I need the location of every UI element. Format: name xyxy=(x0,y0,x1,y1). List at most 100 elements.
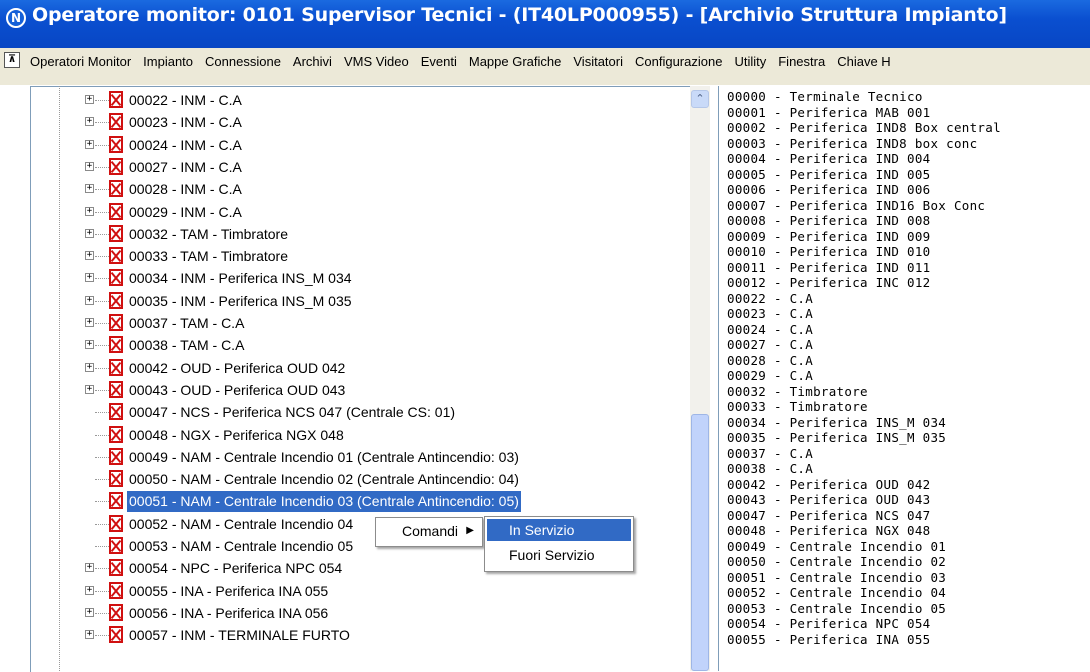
scroll-up-button[interactable]: ⌃ xyxy=(691,90,709,108)
expand-icon[interactable]: + xyxy=(85,585,94,595)
list-item[interactable]: 00029 - C.A xyxy=(727,369,813,382)
offline-device-icon xyxy=(109,537,123,554)
list-item[interactable]: 00002 - Periferica IND8 Box central xyxy=(727,121,1001,134)
expand-icon[interactable]: + xyxy=(85,318,94,327)
expand-icon[interactable]: + xyxy=(85,184,94,194)
tree-connector xyxy=(95,434,109,436)
expand-icon[interactable]: + xyxy=(85,251,94,261)
tree-scrollbar[interactable]: ⌃ xyxy=(690,86,710,671)
menu-item-comandi[interactable]: Comandi ▶ xyxy=(378,520,480,542)
offline-device-icon xyxy=(109,447,123,465)
tree-node-label: 00042 - OUD - Periferica OUD 042 xyxy=(129,359,346,376)
menu-chiave-h[interactable]: Chiave H xyxy=(831,54,896,69)
list-item[interactable]: 00049 - Centrale Incendio 01 xyxy=(727,540,946,553)
expand-icon[interactable]: + xyxy=(85,607,94,617)
menu-visitatori[interactable]: Visitatori xyxy=(567,54,629,69)
tree-connector xyxy=(95,412,109,414)
menu-operatori-monitor[interactable]: Operatori Monitor xyxy=(24,54,137,69)
submenu-arrow-icon: ▶ xyxy=(466,525,474,536)
list-item[interactable]: 00027 - C.A xyxy=(727,338,813,351)
list-item[interactable]: 00047 - Periferica NCS 047 xyxy=(727,509,930,522)
offline-device-icon xyxy=(109,91,123,108)
list-item[interactable]: 00012 - Periferica INC 012 xyxy=(727,276,930,289)
expand-icon[interactable]: + xyxy=(85,295,94,305)
tree-connector xyxy=(95,345,109,347)
menu-item-fuori-servizio[interactable]: Fuori Servizio xyxy=(487,544,631,566)
tree-node-label: 00051 - NAM - Centrale Incendio 03 (Cent… xyxy=(127,491,521,513)
menu-configurazione[interactable]: Configurazione xyxy=(629,54,728,69)
list-item[interactable]: 00034 - Periferica INS_M 034 xyxy=(727,416,946,429)
scroll-thumb[interactable] xyxy=(691,414,709,671)
expand-icon[interactable]: + xyxy=(85,161,94,171)
tree-guide-line xyxy=(59,86,60,671)
expand-icon[interactable]: + xyxy=(85,362,94,372)
list-item[interactable]: 00053 - Centrale Incendio 05 xyxy=(727,602,946,615)
tree-node-label: 00029 - INM - C.A xyxy=(129,203,242,220)
tree-node-label: 00023 - INM - C.A xyxy=(129,114,242,131)
list-item[interactable]: 00003 - Periferica IND8 box conc xyxy=(727,137,977,150)
expand-icon[interactable]: + xyxy=(85,563,94,573)
expand-icon[interactable]: + xyxy=(85,228,94,238)
expand-icon[interactable]: + xyxy=(85,206,94,216)
menu-item-in-servizio[interactable]: In Servizio xyxy=(487,519,631,541)
tree-node-label: 00037 - TAM - C.A xyxy=(129,315,245,331)
window-title: Operatore monitor: 0101 Supervisor Tecni… xyxy=(32,4,1007,26)
list-item[interactable]: 00010 - Periferica IND 010 xyxy=(727,245,930,258)
list-item[interactable]: 00033 - Timbratore xyxy=(727,400,868,413)
expand-icon[interactable]: + xyxy=(85,117,94,127)
mdi-child-icon[interactable]: ⊼ xyxy=(4,52,20,68)
list-item[interactable]: 00038 - C.A xyxy=(727,462,813,475)
list-item[interactable]: 00009 - Periferica IND 009 xyxy=(727,230,930,243)
device-list[interactable]: 00000 - Terminale Tecnico 00001 - Perifer… xyxy=(718,86,1090,671)
offline-device-icon xyxy=(109,514,123,532)
list-item[interactable]: 00028 - C.A xyxy=(727,354,813,367)
list-item[interactable]: 00008 - Periferica IND 008 xyxy=(727,214,930,227)
menu-finestra[interactable]: Finestra xyxy=(772,54,831,69)
expand-icon[interactable]: + xyxy=(85,630,94,640)
list-item[interactable]: 00006 - Periferica IND 006 xyxy=(727,183,930,196)
expand-icon[interactable]: + xyxy=(85,273,94,283)
tree-node-label: 00028 - INM - C.A xyxy=(129,181,242,198)
menu-vms-video[interactable]: VMS Video xyxy=(338,54,415,69)
list-item[interactable]: 00022 - C.A xyxy=(727,292,813,305)
list-item[interactable]: 00005 - Periferica IND 005 xyxy=(727,168,930,181)
list-item[interactable]: 00023 - C.A xyxy=(727,307,813,320)
list-item[interactable]: 00042 - Periferica OUD 042 xyxy=(727,478,930,491)
menu-mappe-grafiche[interactable]: Mappe Grafiche xyxy=(463,54,568,69)
list-item[interactable]: 00054 - Periferica NPC 054 xyxy=(727,617,930,630)
list-item[interactable]: 00024 - C.A xyxy=(727,323,813,336)
offline-device-icon xyxy=(109,626,123,644)
list-item[interactable]: 00004 - Periferica IND 004 xyxy=(727,152,930,165)
expand-icon[interactable]: + xyxy=(85,384,94,394)
list-item[interactable]: 00032 - Timbratore xyxy=(727,385,868,398)
expand-icon[interactable]: + xyxy=(85,340,94,350)
offline-device-icon xyxy=(109,224,123,242)
list-item[interactable]: 00037 - C.A xyxy=(727,447,813,460)
offline-device-icon xyxy=(109,358,123,376)
list-item[interactable]: 00050 - Centrale Incendio 02 xyxy=(727,555,946,568)
expand-icon[interactable]: + xyxy=(85,95,94,104)
menu-eventi[interactable]: Eventi xyxy=(415,54,463,69)
menu-impianto[interactable]: Impianto xyxy=(137,54,199,69)
list-item[interactable]: 00055 - Periferica INA 055 xyxy=(727,633,930,646)
offline-device-icon xyxy=(109,336,123,354)
menu-item-comandi-label: Comandi xyxy=(402,523,459,539)
list-item[interactable]: 00048 - Periferica NGX 048 xyxy=(727,524,930,537)
list-item[interactable]: 00035 - Periferica INS_M 035 xyxy=(727,431,946,444)
list-item[interactable]: 00043 - Periferica OUD 043 xyxy=(727,493,930,506)
expand-icon[interactable]: + xyxy=(85,139,94,149)
tree-connector xyxy=(95,456,109,458)
list-item[interactable]: 00011 - Periferica IND 011 xyxy=(727,261,930,274)
structure-tree[interactable]: +00022 - INM - C.A +00023 - INM - C.A +000… xyxy=(30,86,691,672)
tree-connector xyxy=(95,256,109,258)
list-item[interactable]: 00007 - Periferica IND16 Box Conc xyxy=(727,199,985,212)
list-item[interactable]: 00051 - Centrale Incendio 03 xyxy=(727,571,946,584)
list-item[interactable]: 00052 - Centrale Incendio 04 xyxy=(727,586,946,599)
menu-connessione[interactable]: Connessione xyxy=(199,54,287,69)
menu-archivi[interactable]: Archivi xyxy=(287,54,338,69)
list-item[interactable]: 00001 - Periferica MAB 001 xyxy=(727,106,930,119)
menu-utility[interactable]: Utility xyxy=(728,54,772,69)
tree-connector xyxy=(95,278,109,280)
list-item[interactable]: 00000 - Terminale Tecnico xyxy=(727,90,923,103)
tree-node-label: 00027 - INM - C.A xyxy=(129,158,242,175)
